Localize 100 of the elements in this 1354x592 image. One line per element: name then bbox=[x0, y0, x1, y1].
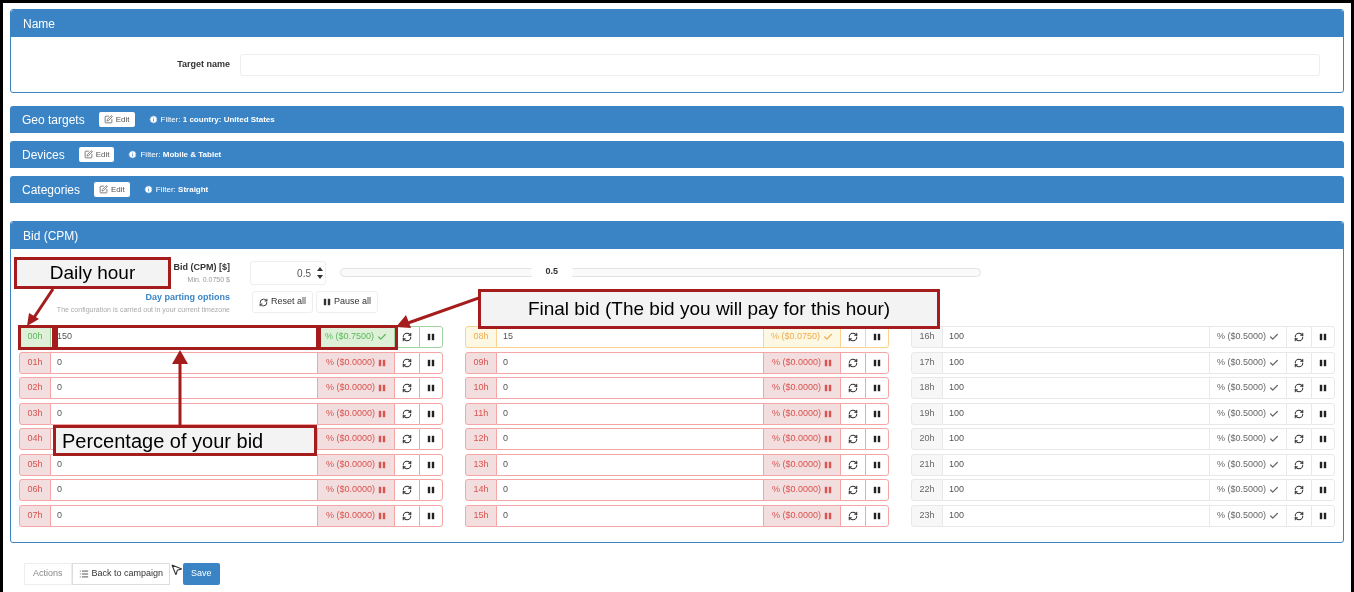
pause-button[interactable] bbox=[419, 479, 443, 501]
pause-icon bbox=[1319, 409, 1327, 418]
hour-label: 11h bbox=[465, 402, 497, 425]
hour-label: 19h bbox=[911, 402, 943, 425]
filter-text: Filter: Straight bbox=[155, 183, 209, 196]
reset-button[interactable] bbox=[395, 479, 419, 501]
pause-button[interactable] bbox=[419, 428, 443, 450]
pause-icon bbox=[1319, 435, 1327, 443]
pause-button[interactable] bbox=[419, 453, 443, 476]
reset-button[interactable] bbox=[395, 453, 419, 476]
check-icon bbox=[377, 332, 387, 342]
pause-all-button[interactable]: Pause all bbox=[316, 291, 379, 313]
refresh-icon bbox=[402, 408, 412, 419]
percentage-input[interactable]: 0 bbox=[51, 479, 317, 501]
bid-input[interactable]: 0.5 bbox=[250, 261, 326, 285]
pause-button[interactable] bbox=[419, 504, 443, 527]
reset-button[interactable] bbox=[395, 504, 419, 527]
pause-icon bbox=[427, 511, 435, 520]
percentage-input[interactable]: 0 bbox=[497, 351, 763, 374]
section-title: Categories bbox=[22, 181, 81, 199]
save-button[interactable]: Save bbox=[183, 563, 220, 585]
reset-button[interactable] bbox=[395, 377, 419, 399]
percentage-input[interactable]: 0 bbox=[51, 504, 317, 527]
percentage-input[interactable]: 100 bbox=[943, 351, 1209, 374]
pause-icon bbox=[427, 358, 435, 367]
percentage-input[interactable]: 0 bbox=[51, 402, 317, 425]
pause-icon bbox=[378, 358, 386, 367]
percentage-input[interactable]: 100 bbox=[943, 326, 1209, 348]
pause-icon bbox=[427, 384, 435, 392]
final-bid: % ($0.0000) bbox=[317, 351, 395, 374]
percentage-input[interactable]: 0 bbox=[51, 377, 317, 399]
percentage-input[interactable]: 100 bbox=[943, 402, 1209, 425]
check-icon bbox=[1269, 408, 1279, 419]
filter-text: Filter: Mobile & Tablet bbox=[140, 148, 222, 161]
reset-button[interactable] bbox=[841, 504, 865, 527]
pause-button[interactable] bbox=[865, 453, 889, 476]
pause-icon bbox=[1319, 460, 1327, 469]
refresh-icon bbox=[1294, 357, 1304, 368]
hour-label: 18h bbox=[911, 377, 943, 399]
reset-button[interactable] bbox=[841, 351, 865, 374]
reset-button[interactable] bbox=[395, 351, 419, 374]
percentage-input[interactable]: 0 bbox=[497, 479, 763, 501]
pause-icon bbox=[427, 409, 435, 418]
pause-icon bbox=[1319, 333, 1327, 341]
percentage-input[interactable]: 0 bbox=[497, 377, 763, 399]
percentage-input[interactable]: 100 bbox=[943, 504, 1209, 527]
back-button[interactable]: Back to campaign bbox=[71, 563, 171, 585]
reset-button[interactable] bbox=[395, 428, 419, 450]
pause-button[interactable] bbox=[865, 402, 889, 425]
check-icon bbox=[1269, 459, 1279, 470]
percentage-input[interactable]: 0 bbox=[497, 504, 763, 527]
percentage-input[interactable]: 100 bbox=[943, 453, 1209, 476]
list-icon bbox=[78, 569, 89, 579]
reset-button[interactable] bbox=[841, 377, 865, 399]
hour-label: 10h bbox=[465, 377, 497, 399]
pause-button[interactable] bbox=[865, 428, 889, 450]
edit-button[interactable]: Edit bbox=[78, 147, 115, 162]
pause-icon bbox=[323, 298, 331, 306]
pause-button[interactable] bbox=[419, 377, 443, 399]
refresh-icon bbox=[1294, 459, 1304, 470]
pause-button[interactable] bbox=[865, 479, 889, 501]
actions-label: Actions bbox=[24, 563, 72, 585]
refresh-icon bbox=[848, 357, 858, 368]
hour-label: 02h bbox=[19, 377, 51, 399]
pause-button[interactable] bbox=[865, 504, 889, 527]
pause-button[interactable] bbox=[419, 326, 443, 348]
pause-icon bbox=[1319, 384, 1327, 392]
final-bid: % ($0.0000) bbox=[317, 402, 395, 425]
percentage-input[interactable]: 0 bbox=[497, 428, 763, 450]
percentage-input[interactable]: 0 bbox=[497, 402, 763, 425]
reset-button[interactable] bbox=[841, 453, 865, 476]
percentage-input[interactable]: 100 bbox=[943, 428, 1209, 450]
hour-label: 21h bbox=[911, 453, 943, 476]
edit-icon bbox=[103, 115, 113, 124]
reset-button[interactable] bbox=[841, 428, 865, 450]
percentage-input[interactable]: 0 bbox=[51, 351, 317, 374]
hour-label: 07h bbox=[19, 504, 51, 527]
percentage-input[interactable]: 100 bbox=[943, 479, 1209, 501]
refresh-icon bbox=[259, 297, 268, 307]
refresh-icon bbox=[1294, 332, 1304, 342]
pause-button[interactable] bbox=[419, 351, 443, 374]
reset-button[interactable] bbox=[395, 402, 419, 425]
final-bid: % ($0.5000) bbox=[1209, 453, 1287, 476]
percentage-input[interactable]: 0 bbox=[497, 453, 763, 476]
edit-button[interactable]: Edit bbox=[94, 182, 130, 197]
final-bid: % ($0.0000) bbox=[763, 479, 841, 501]
hour-label: 13h bbox=[465, 453, 497, 476]
reset-all-button[interactable]: Reset all bbox=[252, 291, 313, 313]
pause-icon bbox=[378, 384, 386, 392]
final-bid: % ($0.5000) bbox=[1209, 504, 1287, 527]
reset-button[interactable] bbox=[841, 479, 865, 501]
edit-button[interactable]: Edit bbox=[98, 112, 135, 127]
pause-button[interactable] bbox=[419, 402, 443, 425]
hour-label: 17h bbox=[911, 351, 943, 374]
hour-label: 01h bbox=[19, 351, 51, 374]
reset-button[interactable] bbox=[841, 402, 865, 425]
final-bid: % ($0.5000) bbox=[1209, 377, 1287, 399]
percentage-input[interactable]: 100 bbox=[943, 377, 1209, 399]
pause-button[interactable] bbox=[865, 351, 889, 374]
pause-button[interactable] bbox=[865, 377, 889, 399]
